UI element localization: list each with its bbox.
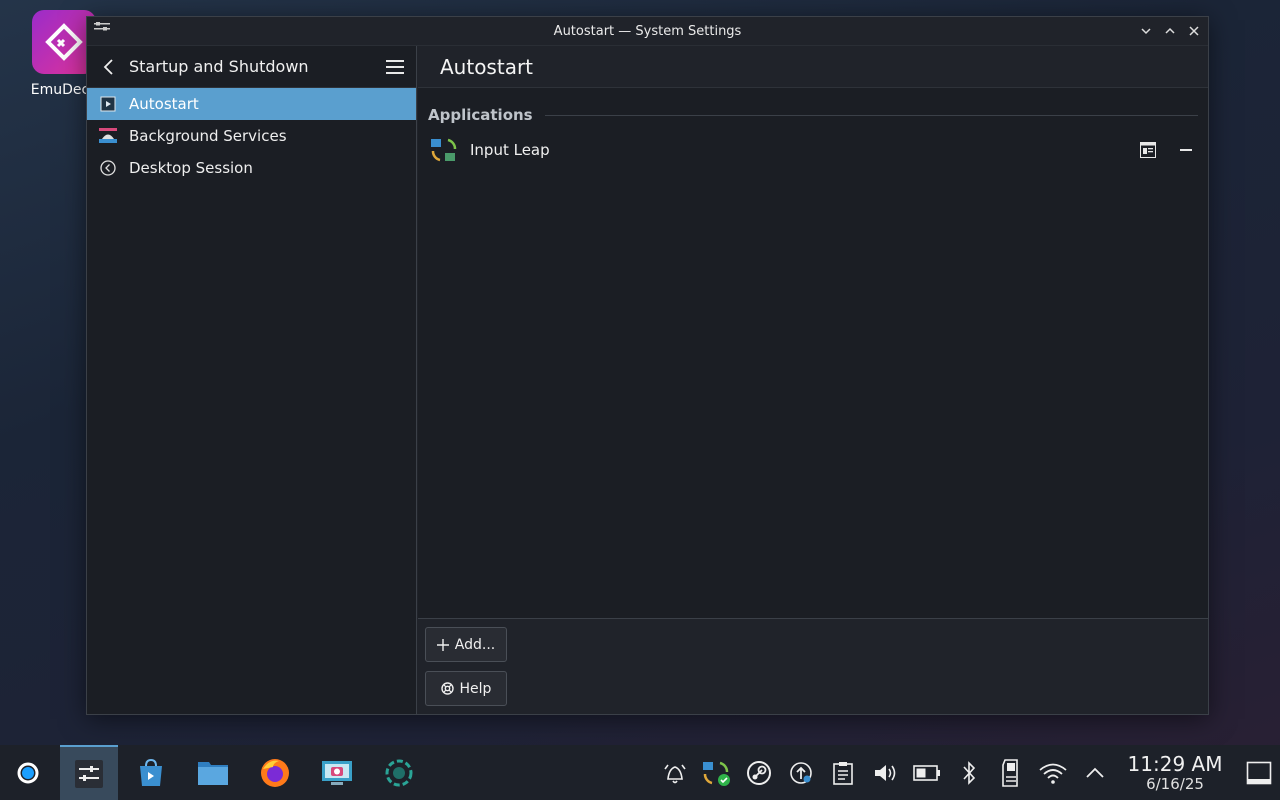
sidebar-item-background-services[interactable]: Background Services	[87, 120, 416, 152]
add-button-label: Add...	[455, 637, 495, 653]
alarm-bell-icon	[662, 761, 688, 785]
hamburger-menu-icon[interactable]	[386, 58, 404, 76]
clipboard-icon	[832, 760, 854, 786]
sd-card-icon	[1001, 759, 1021, 787]
system-tray: 11:29 AM 6/16/25	[654, 745, 1280, 800]
volume-tray[interactable]	[864, 745, 906, 800]
sidebar-title: Startup and Shutdown	[129, 57, 386, 76]
page-title: Autostart	[418, 46, 1208, 88]
input-leap-icon	[430, 136, 458, 164]
autostart-icon	[99, 95, 117, 113]
close-button[interactable]	[1186, 22, 1202, 40]
firefox-icon	[259, 757, 291, 789]
section-divider	[545, 115, 1198, 116]
clipboard-tray[interactable]	[822, 745, 864, 800]
input-leap-tray[interactable]	[696, 745, 738, 800]
steam-tray[interactable]	[738, 745, 780, 800]
section-title: Applications	[428, 106, 533, 124]
help-button-label: Help	[460, 681, 492, 697]
maximize-button[interactable]	[1162, 22, 1178, 40]
clock-date: 6/16/25	[1120, 775, 1230, 793]
help-button[interactable]: Help	[425, 671, 507, 706]
add-button[interactable]: Add...	[425, 627, 507, 662]
battery-icon	[913, 764, 941, 782]
show-desktop-icon	[1246, 761, 1272, 785]
storage-tray[interactable]	[990, 745, 1032, 800]
autostart-list: Applications Input Leap	[418, 88, 1208, 618]
battery-tray[interactable]	[906, 745, 948, 800]
dolphin-file-manager-icon	[197, 759, 229, 787]
bluetooth-icon	[961, 760, 977, 786]
back-button[interactable]	[99, 57, 119, 77]
input-leap-tray-icon	[702, 759, 732, 787]
discover-store-icon	[137, 758, 165, 788]
show-desktop-button[interactable]	[1238, 745, 1280, 800]
background-services-icon	[99, 127, 117, 145]
taskbar: 11:29 AM 6/16/25	[0, 745, 1280, 800]
chevron-left-icon	[103, 59, 115, 75]
taskbar-dolphin[interactable]	[184, 745, 242, 800]
app-name: Input Leap	[470, 141, 1122, 159]
window-title: Autostart — System Settings	[554, 24, 742, 39]
steam-deck-launcher-button[interactable]	[0, 745, 56, 800]
network-tray[interactable]	[1032, 745, 1074, 800]
obs-icon	[385, 759, 413, 787]
properties-button[interactable]	[1136, 138, 1160, 162]
taskbar-screenshot-app[interactable]	[308, 745, 366, 800]
steam-deck-launcher-icon	[16, 761, 40, 785]
sidebar-header: Startup and Shutdown	[87, 46, 416, 88]
window-menu-icon[interactable]	[93, 21, 111, 35]
desktop-session-icon	[99, 159, 117, 177]
section-header: Applications	[418, 88, 1208, 124]
clock-time: 11:29 AM	[1120, 753, 1230, 775]
properties-icon	[1140, 142, 1156, 158]
taskbar-system-settings[interactable]	[60, 745, 118, 800]
bluetooth-tray[interactable]	[948, 745, 990, 800]
remove-button[interactable]	[1174, 138, 1198, 162]
taskbar-discover[interactable]	[122, 745, 180, 800]
system-settings-window: Autostart — System Settings Startup and …	[86, 16, 1209, 715]
notifications-tray[interactable]	[654, 745, 696, 800]
footer-toolbar: Add... Help	[418, 618, 1208, 714]
list-item[interactable]: Input Leap	[418, 130, 1208, 170]
update-icon	[788, 760, 814, 786]
sidebar-item-label: Background Services	[129, 127, 287, 145]
minus-icon	[1180, 148, 1192, 152]
volume-icon	[872, 761, 898, 785]
screenshot-app-icon	[321, 759, 353, 787]
sidebar-item-autostart[interactable]: Autostart	[87, 88, 416, 120]
taskbar-firefox[interactable]	[246, 745, 304, 800]
updates-tray[interactable]	[780, 745, 822, 800]
help-icon	[441, 682, 454, 695]
sidebar-item-desktop-session[interactable]: Desktop Session	[87, 152, 416, 184]
wifi-icon	[1038, 761, 1068, 785]
plus-icon	[437, 639, 449, 651]
system-settings-icon	[74, 759, 104, 789]
sidebar: Startup and Shutdown Autostart Backgroun…	[87, 46, 417, 714]
sidebar-item-label: Desktop Session	[129, 159, 253, 177]
taskbar-obs[interactable]	[370, 745, 428, 800]
tray-expand-button[interactable]	[1074, 745, 1116, 800]
steam-icon	[746, 760, 772, 786]
title-bar[interactable]: Autostart — System Settings	[87, 17, 1208, 46]
digital-clock[interactable]: 11:29 AM 6/16/25	[1120, 753, 1230, 793]
chevron-up-icon	[1085, 767, 1105, 779]
sidebar-item-label: Autostart	[129, 95, 199, 113]
minimize-button[interactable]	[1138, 22, 1154, 40]
main-panel: Autostart Applications Input Leap	[418, 46, 1208, 714]
